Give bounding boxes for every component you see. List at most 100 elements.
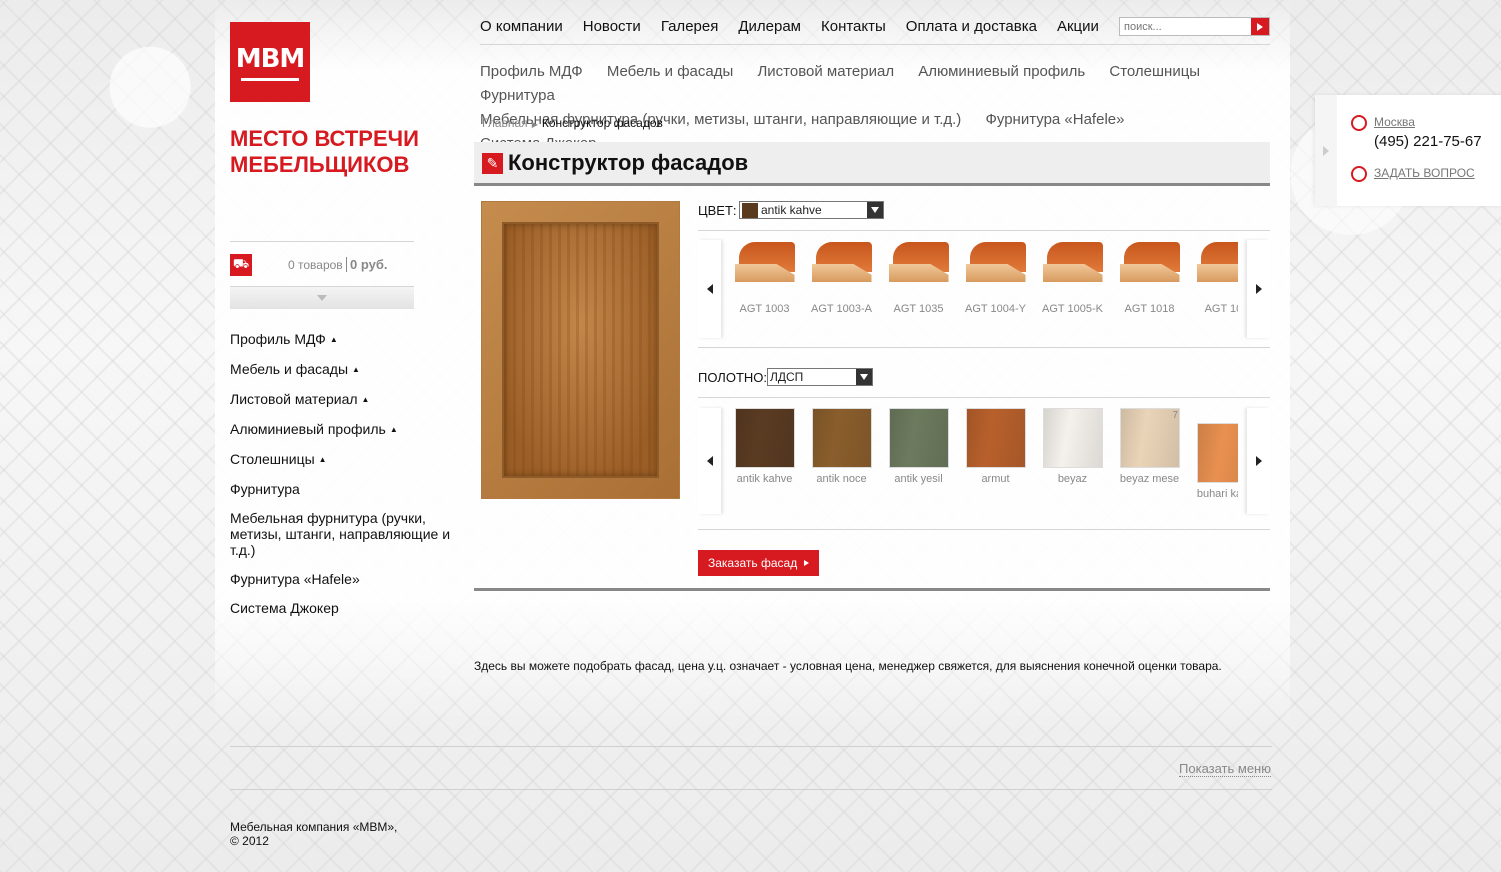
- contact-panel-toggle[interactable]: [1315, 95, 1337, 206]
- topnav-item-promo[interactable]: Акции: [1057, 18, 1099, 35]
- catnav-item-countertops[interactable]: Столешницы: [1109, 63, 1200, 80]
- profile-item[interactable]: AGT 1004-Y: [957, 240, 1034, 338]
- cart-expand-button[interactable]: [230, 286, 414, 309]
- profile-item[interactable]: AGT 102: [1188, 240, 1238, 338]
- topnav-item-company[interactable]: О компании: [480, 18, 563, 35]
- breadcrumb-current: Конструктор фасадов: [541, 116, 663, 130]
- swatch-carousel: antik kahve antik noce antik yesil armut…: [698, 408, 1270, 514]
- carousel-prev-button[interactable]: [698, 408, 721, 514]
- profile-label: AGT 1035: [893, 303, 944, 315]
- swatch-tile: [888, 408, 949, 468]
- order-facade-button[interactable]: Заказать фасад: [698, 550, 820, 576]
- catnav-item-fittings[interactable]: Фурнитура: [480, 87, 555, 104]
- logo-text: MBM: [235, 43, 306, 74]
- search-submit-button[interactable]: [1251, 18, 1269, 35]
- color-select[interactable]: antik kahve: [739, 201, 884, 219]
- sidemenu-item[interactable]: Фурнитура: [230, 481, 465, 497]
- catnav-item-hafele[interactable]: Фурнитура «Hafele»: [985, 111, 1124, 128]
- phone-icon: [1351, 115, 1367, 131]
- show-menu-link[interactable]: Показать меню: [1179, 761, 1271, 777]
- sidemenu-label: Алюминиевый профиль: [230, 421, 386, 437]
- footer-divider: [230, 789, 1272, 790]
- profile-carousel: AGT 1003 AGT 1003-A AGT 1035 AGT 1004-Y …: [698, 240, 1270, 338]
- swatch-item[interactable]: antik yesil: [880, 408, 957, 514]
- ask-question-link[interactable]: ЗАДАТЬ ВОПРОС: [1374, 166, 1475, 180]
- sidemenu-item[interactable]: Мебель и фасады ▲: [230, 361, 465, 378]
- slogan-line-1: МЕСТО ВСТРЕЧИ: [230, 126, 419, 151]
- swatch-label: armut: [981, 473, 1010, 485]
- swatch-item[interactable]: buhari kayin: [1188, 408, 1238, 514]
- profile-label: AGT 1018: [1124, 303, 1175, 315]
- sidemenu-label: Фурнитура «Hafele»: [230, 571, 360, 587]
- triangle-up-icon: ▲: [329, 335, 338, 344]
- cart-widget: ⛟ 0 товаров 0 руб.: [230, 241, 414, 309]
- catnav-item-furniture[interactable]: Мебель и фасады: [607, 63, 733, 80]
- profile-label: AGT 1003-A: [811, 303, 872, 315]
- triangle-up-icon: ▲: [361, 395, 370, 404]
- sidemenu-item[interactable]: Фурнитура «Hafele»: [230, 571, 465, 587]
- profile-item[interactable]: AGT 1035: [880, 240, 957, 338]
- topnav-item-contacts[interactable]: Контакты: [821, 18, 886, 35]
- city-link[interactable]: Москва: [1374, 115, 1415, 129]
- catnav-item-sheet[interactable]: Листовой материал: [757, 63, 894, 80]
- swatch-item[interactable]: 7 beyaz mese: [1111, 408, 1188, 514]
- sidemenu-label: Система Джокер: [230, 600, 339, 616]
- profile-label: AGT 1003: [739, 303, 790, 315]
- site-slogan: МЕСТО ВСТРЕЧИ МЕБЕЛЬЩИКОВ: [230, 126, 460, 178]
- swatch-list: antik kahve antik noce antik yesil armut…: [726, 408, 1238, 514]
- chat-icon: [1351, 166, 1367, 182]
- topnav-item-payment[interactable]: Оплата и доставка: [906, 18, 1037, 35]
- sidemenu-item[interactable]: Листовой материал ▲: [230, 391, 465, 408]
- topnav-item-news[interactable]: Новости: [583, 18, 641, 35]
- facade-preview: [481, 201, 680, 499]
- topnav-item-dealers[interactable]: Дилерам: [738, 18, 801, 35]
- catnav-item-aluminium[interactable]: Алюминиевый профиль: [918, 63, 1085, 80]
- profile-item[interactable]: AGT 1003-A: [803, 240, 880, 338]
- profile-thumbnail: [1042, 242, 1103, 286]
- content-bottom-rule: [474, 588, 1270, 591]
- panel-select[interactable]: ЛДСП: [767, 368, 873, 386]
- topnav-item-gallery[interactable]: Галерея: [661, 18, 719, 35]
- sidemenu-label: Столешницы: [230, 451, 315, 467]
- sidemenu-label: Профиль МДФ: [230, 331, 326, 347]
- swatch-item[interactable]: beyaz: [1034, 408, 1111, 514]
- carousel-next-button[interactable]: [1247, 408, 1270, 514]
- color-swatch-preview: [742, 202, 758, 218]
- carousel-prev-button[interactable]: [698, 240, 721, 338]
- swatch-label: beyaz mese: [1119, 473, 1180, 485]
- profile-thumbnail: [1196, 242, 1238, 286]
- breadcrumb-separator-icon: ▶: [531, 120, 538, 129]
- swatch-badge: 7: [1172, 410, 1178, 421]
- search-box: [1119, 17, 1270, 36]
- sidemenu-item[interactable]: Алюминиевый профиль ▲: [230, 421, 465, 438]
- divider: [698, 230, 1270, 231]
- copyright: Мебельная компания «МВМ», © 2012: [230, 820, 397, 848]
- side-menu: Профиль МДФ ▲ Мебель и фасады ▲ Листовой м…: [230, 331, 465, 629]
- profile-item[interactable]: AGT 1003: [726, 240, 803, 338]
- profile-item[interactable]: AGT 1018: [1111, 240, 1188, 338]
- swatch-tile: [1119, 408, 1180, 468]
- color-label: ЦВЕТ:: [698, 203, 737, 218]
- site-logo[interactable]: MBM: [230, 22, 310, 102]
- sidemenu-item[interactable]: Столешницы ▲: [230, 451, 465, 468]
- sidemenu-item[interactable]: Профиль МДФ ▲: [230, 331, 465, 348]
- triangle-up-icon: ▲: [352, 365, 360, 374]
- cart-icon[interactable]: ⛟: [230, 254, 252, 276]
- swatch-tile: [734, 408, 795, 468]
- profile-item[interactable]: AGT 1005-K: [1034, 240, 1111, 338]
- search-input[interactable]: [1120, 18, 1251, 35]
- swatch-item[interactable]: antik kahve: [726, 408, 803, 514]
- swatch-tile: [1196, 423, 1238, 483]
- sidemenu-item[interactable]: Мебельная фурнитура (ручки, метизы, штан…: [230, 510, 465, 558]
- footer-divider: [230, 746, 1272, 747]
- breadcrumb-home[interactable]: Главная: [482, 116, 528, 130]
- catnav-item-mdf[interactable]: Профиль МДФ: [480, 63, 583, 80]
- top-navigation: О компании Новости Галерея Дилерам Конта…: [480, 18, 1099, 35]
- sidemenu-label: Фурнитура: [230, 481, 300, 497]
- swatch-label: antik noce: [816, 473, 867, 485]
- sidemenu-item[interactable]: Система Джокер: [230, 600, 465, 616]
- swatch-item[interactable]: antik noce: [803, 408, 880, 514]
- carousel-next-button[interactable]: [1247, 240, 1270, 338]
- profile-label: AGT 102: [1204, 303, 1238, 315]
- swatch-item[interactable]: armut: [957, 408, 1034, 514]
